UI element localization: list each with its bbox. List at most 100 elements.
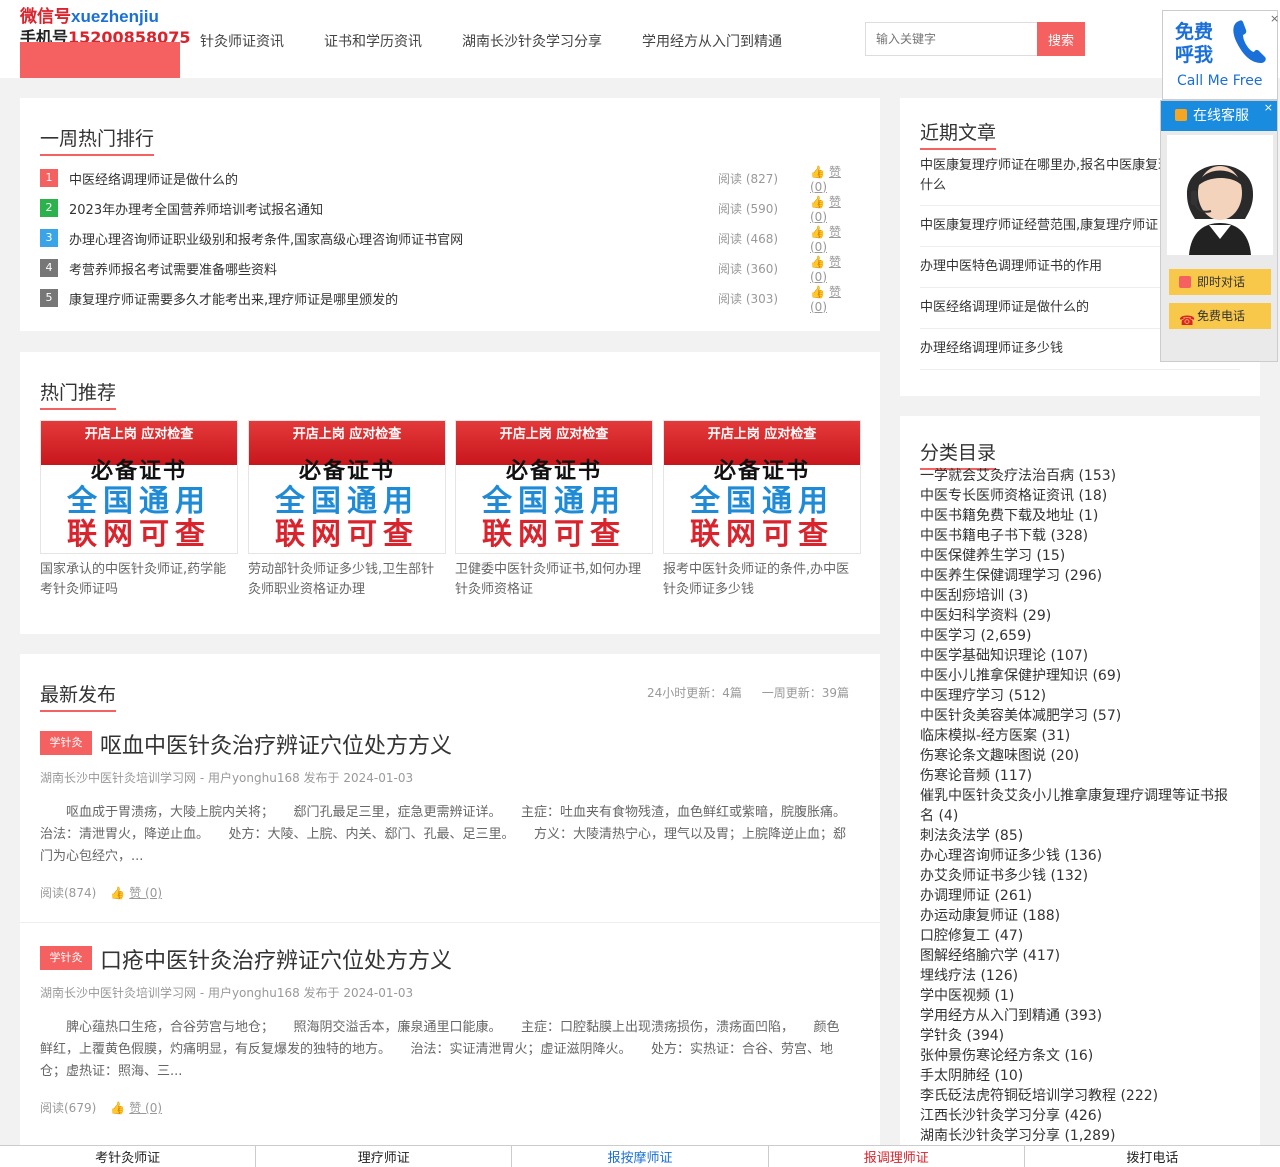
category-link[interactable]: 学中医视频 (1)	[920, 986, 1240, 1006]
article-entry: 学针灸 口疮中医针灸治疗辨证穴位处方方义 湖南长沙中医针灸培训学习网 - 用户yon…	[40, 943, 860, 1133]
thumbs-up-icon: 👍	[810, 224, 825, 239]
category-link[interactable]: 学用经方从入门到精通 (393)	[920, 1006, 1240, 1026]
recommend-caption-link[interactable]: 报考中医针灸师证的条件,办中医针灸师证多少钱	[663, 560, 857, 600]
footer-link-conditioning[interactable]: 报调理师证	[769, 1146, 1025, 1167]
hot-item-title-link[interactable]: 办理心理咨询师证职业级别和报考条件,国家高级心理咨询师证书官网	[69, 229, 463, 248]
category-link[interactable]: 中医学习 (2,659)	[920, 626, 1240, 646]
category-link[interactable]: 一学就会艾灸疗法治百病 (153)	[920, 466, 1240, 486]
footer-link-acupuncture[interactable]: 考针灸师证	[0, 1146, 257, 1167]
recommend-caption-link[interactable]: 国家承认的中医针灸师证,药学能考针灸师证吗	[40, 560, 234, 600]
category-link[interactable]: 江西长沙针灸学习分享 (426)	[920, 1106, 1240, 1126]
category-link[interactable]: 临床模拟-经方医案 (31)	[920, 726, 1240, 746]
latest-stats-week: 一周更新：39篇	[761, 686, 850, 700]
recommend-thumbnail[interactable]: 开店上岗 应对检查 必备证书 全国通用 联网可查	[663, 420, 861, 554]
category-link[interactable]: 中医妇科学资料 (29)	[920, 606, 1240, 626]
search-input[interactable]	[865, 22, 1037, 56]
category-link[interactable]: 湖南长沙针灸学习分享 (1,289)	[920, 1126, 1240, 1146]
category-link[interactable]: 刺法灸法学 (85)	[920, 826, 1240, 846]
recommend-thumbnail[interactable]: 开店上岗 应对检查 必备证书 全国通用 联网可查	[40, 420, 238, 554]
category-link[interactable]: 中医养生保健调理学习 (296)	[920, 566, 1240, 586]
thumbs-up-icon: 👍	[810, 254, 825, 269]
callbox-close-icon[interactable]: ×	[1270, 12, 1279, 25]
article-title-link[interactable]: 口疮中医针灸治疗辨证穴位处方方义	[100, 943, 452, 975]
category-link[interactable]: 催乳中医针灸艾灸小儿推拿康复理疗调理等证书报名 (4)	[920, 786, 1240, 826]
category-link[interactable]: 李氏砭法虎符铜砭培训学习教程 (222)	[920, 1086, 1240, 1106]
hot-item-like-link[interactable]: 👍 赞 (0)	[810, 253, 860, 284]
category-link[interactable]: 中医针灸美容美体减肥学习 (57)	[920, 706, 1240, 726]
hot-item-like-link[interactable]: 👍 赞 (0)	[810, 163, 860, 194]
category-link[interactable]: 中医书籍免费下载及地址 (1)	[920, 506, 1240, 526]
category-link[interactable]: 学针灸 (394)	[920, 1026, 1240, 1046]
article-likes: 赞 (0)	[129, 886, 163, 900]
article-title-link[interactable]: 呕血中医针灸治疗辨证穴位处方方义	[100, 728, 452, 760]
category-link[interactable]: 中医书籍电子书下载 (328)	[920, 526, 1240, 546]
free-phone-button[interactable]: ☎ 免费电话	[1169, 303, 1271, 329]
search-button[interactable]: 搜索	[1037, 22, 1085, 56]
category-link[interactable]: 手太阴肺经 (10)	[920, 1066, 1240, 1086]
category-link[interactable]: 中医保健养生学习 (15)	[920, 546, 1240, 566]
hot-rank-item[interactable]: 1 中医经络调理师证是做什么的 阅读 (827) 👍 赞 (0)	[40, 163, 860, 194]
category-link[interactable]: 中医小儿推拿保健护理知识 (69)	[920, 666, 1240, 686]
hot-rank-item[interactable]: 4 考营养师报名考试需要准备哪些资料 阅读 (360) 👍 赞 (0)	[40, 253, 860, 284]
nav-item-acupuncture-cert[interactable]: 针灸师证资讯	[200, 31, 284, 51]
category-link[interactable]: 图解经络腧穴学 (417)	[920, 946, 1240, 966]
category-link[interactable]: 埋线疗法 (126)	[920, 966, 1240, 986]
instant-chat-label: 即时对话	[1197, 275, 1246, 289]
hot-item-like-link[interactable]: 👍 赞 (0)	[810, 193, 860, 224]
hot-item-title-link[interactable]: 康复理疗师证需要多久才能考出来,理疗师证是哪里颁发的	[69, 289, 398, 308]
category-link[interactable]: 伤寒论音频 (117)	[920, 766, 1240, 786]
nav-item-changsha-share[interactable]: 湖南长沙针灸学习分享	[462, 31, 602, 51]
rank-number-badge: 4	[40, 259, 58, 277]
rank-number-badge: 2	[40, 199, 58, 217]
call-me-free-box[interactable]: 免费 呼我 Call Me Free	[1162, 10, 1278, 100]
category-link[interactable]: 办艾灸师证书多少钱 (132)	[920, 866, 1240, 886]
category-link[interactable]: 伤寒论条文趣味图说 (20)	[920, 746, 1240, 766]
category-link[interactable]: 中医学基础知识理论 (107)	[920, 646, 1240, 666]
hot-rank-item[interactable]: 5 康复理疗师证需要多久才能考出来,理疗师证是哪里颁发的 阅读 (303) 👍 赞 (0…	[40, 283, 860, 314]
call-me-en: Call Me Free	[1177, 73, 1263, 89]
weekly-hot-list: 1 中医经络调理师证是做什么的 阅读 (827) 👍 赞 (0) 2 2023年办理考全国营…	[40, 163, 860, 314]
footer-link-massage[interactable]: 报按摩师证	[512, 1146, 769, 1167]
hot-item-like-link[interactable]: 👍 赞 (0)	[810, 283, 860, 314]
article-like-link[interactable]: 👍 赞 (0)	[110, 886, 162, 900]
category-link[interactable]: 口腔修复工 (47)	[920, 926, 1240, 946]
footer-link-call[interactable]: 拨打电话	[1025, 1146, 1280, 1167]
thumb-red-text: 联网可查	[67, 517, 211, 552]
article-tag[interactable]: 学针灸	[40, 731, 92, 755]
hot-rank-item[interactable]: 3 办理心理咨询师证职业级别和报考条件,国家高级心理咨询师证书官网 阅读 (468)…	[40, 223, 860, 254]
category-link[interactable]: 中医刮痧培训 (3)	[920, 586, 1240, 606]
logo-red-bar	[20, 42, 180, 78]
article-excerpt: 呕血成于胃溃疡，大陵上脘内关将； 郄门孔最足三里，症急更需辨证详。 主症：吐血夹…	[40, 805, 866, 864]
category-link[interactable]: 中医专长医师资格证资讯 (18)	[920, 486, 1240, 506]
recommend-caption-link[interactable]: 卫健委中医针灸师证书,如何办理针灸师资格证	[455, 560, 649, 600]
hot-item-title-link[interactable]: 中医经络调理师证是做什么的	[69, 169, 238, 188]
online-service-close-icon[interactable]: ×	[1264, 93, 1273, 123]
hot-item-like-link[interactable]: 👍 赞 (0)	[810, 223, 860, 254]
article-reads: 阅读(874)	[40, 886, 97, 900]
thumb-red-text: 联网可查	[690, 517, 834, 552]
thumb-blue-text: 全国通用	[690, 484, 834, 519]
recommend-thumbnail[interactable]: 开店上岗 应对检查 必备证书 全国通用 联网可查	[455, 420, 653, 554]
nav-item-cert-education[interactable]: 证书和学历资讯	[324, 31, 422, 51]
article-like-link[interactable]: 👍 赞 (0)	[110, 1101, 162, 1115]
hot-item-title-link[interactable]: 考营养师报名考试需要准备哪些资料	[69, 259, 277, 278]
site-logo[interactable]: 微信号xuezhenjiu 手机号15200858075	[20, 0, 190, 78]
category-link[interactable]: 张仲景伤寒论经方条文 (16)	[920, 1046, 1240, 1066]
chat-icon	[1179, 276, 1191, 288]
category-link[interactable]: 中医理疗学习 (512)	[920, 686, 1240, 706]
hot-rank-item[interactable]: 2 2023年办理考全国营养师培训考试报名通知 阅读 (590) 👍 赞 (0)	[40, 193, 860, 224]
hot-item-title-link[interactable]: 2023年办理考全国营养师培训考试报名通知	[69, 199, 323, 218]
category-link[interactable]: 办心理咨询师证多少钱 (136)	[920, 846, 1240, 866]
instant-chat-button[interactable]: 即时对话	[1169, 269, 1271, 295]
thumb-red-text: 联网可查	[275, 517, 419, 552]
main-nav: 针灸师证资讯 证书和学历资讯 湖南长沙针灸学习分享 学用经方从入门到精通	[200, 31, 782, 51]
category-link[interactable]: 办运动康复师证 (188)	[920, 906, 1240, 926]
categories-title: 分类目录	[920, 438, 997, 470]
footer-link-therapist[interactable]: 理疗师证	[256, 1146, 513, 1167]
nav-item-jingfang[interactable]: 学用经方从入门到精通	[642, 31, 782, 51]
recommend-caption-link[interactable]: 劳动部针灸师证多少钱,卫生部针灸师职业资格证办理	[248, 560, 442, 600]
weekly-hot-title: 一周热门排行	[40, 124, 155, 156]
recommend-thumbnail[interactable]: 开店上岗 应对检查 必备证书 全国通用 联网可查	[248, 420, 446, 554]
article-tag[interactable]: 学针灸	[40, 946, 92, 970]
category-link[interactable]: 办调理师证 (261)	[920, 886, 1240, 906]
